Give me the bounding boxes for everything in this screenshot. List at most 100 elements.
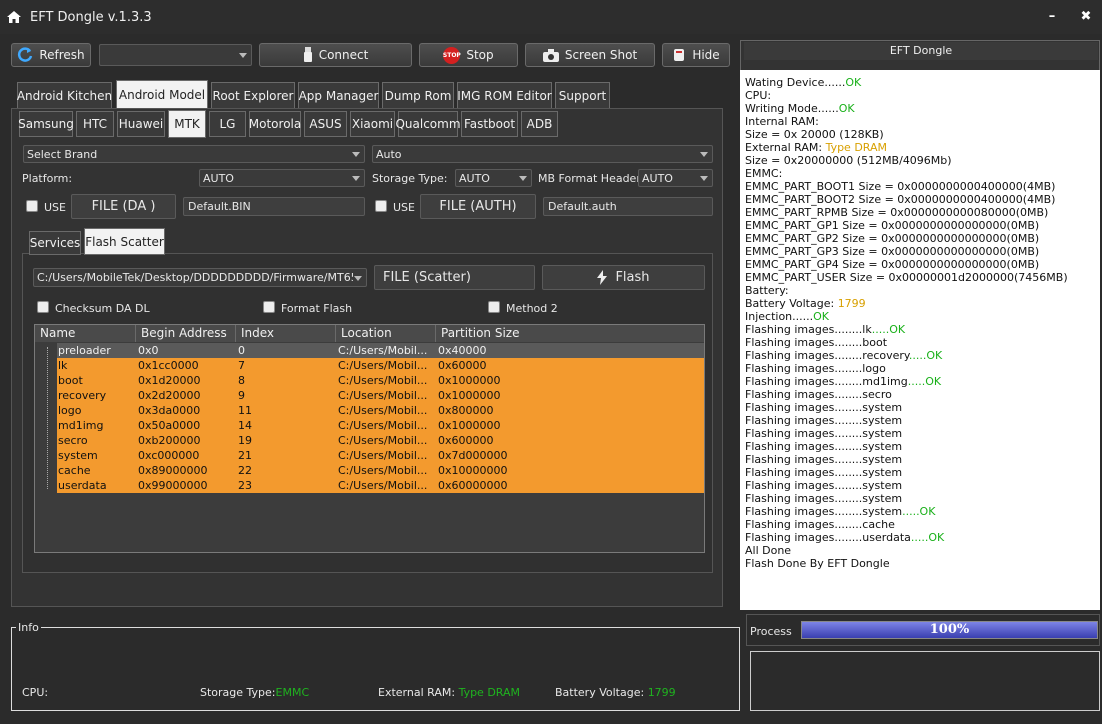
flash-button[interactable]: Flash <box>542 265 705 290</box>
use-da-checkbox[interactable] <box>26 200 38 212</box>
partition-index: 23 <box>238 479 252 492</box>
tab-qualcomm[interactable]: Qualcomm <box>395 111 461 137</box>
port-select[interactable] <box>99 44 252 66</box>
format-flash-label: Format Flash <box>281 302 353 315</box>
log-output[interactable]: Wating Device......OK CPU: Writing Mode...… <box>740 70 1100 610</box>
log-segment: EMMC_PART_GP3 Size = 0x0000000000000000(… <box>745 245 1040 258</box>
partition-index: 14 <box>238 419 252 432</box>
log-line: Flashing images........system <box>745 453 1095 466</box>
checksum-checkbox[interactable] <box>37 301 49 313</box>
tree-lines <box>47 347 55 489</box>
auth-file-field[interactable]: Default.auth <box>543 197 713 216</box>
use-auth-checkbox[interactable] <box>375 200 387 212</box>
log-line: Flashing images........system <box>745 479 1095 492</box>
close-button[interactable]: ✖ <box>1077 8 1095 26</box>
file-scatter-button[interactable]: FILE (Scatter) <box>374 265 535 290</box>
storage-type-value: AUTO <box>459 171 490 185</box>
partition-size: 0x1000000 <box>438 374 501 387</box>
log-segment: Flashing images........cache <box>745 518 895 531</box>
tab-support[interactable]: Support <box>555 82 610 108</box>
tab-samsung[interactable]: Samsung <box>18 111 74 137</box>
table-row[interactable]: preloader 0x0 0 C:/Users/Mobil... 0x40000 <box>57 343 704 358</box>
log-line: All Done <box>745 544 1095 557</box>
tab-android-model[interactable]: Android Model <box>116 80 208 108</box>
storage-type-select[interactable]: AUTO <box>455 169 532 187</box>
partition-name: userdata <box>58 479 107 492</box>
cpu-info: CPU: <box>22 686 48 699</box>
file-auth-button[interactable]: FILE (AUTH) <box>420 194 536 219</box>
log-segment: OK <box>813 310 830 323</box>
table-row[interactable]: secro 0xb200000 19 C:/Users/Mobil... 0x60000… <box>57 433 704 448</box>
tab-htc[interactable]: HTC <box>76 111 114 137</box>
file-da-button[interactable]: FILE (DA ) <box>71 194 176 219</box>
stop-button[interactable]: STOP Stop <box>419 43 518 67</box>
table-row[interactable]: system 0xc000000 21 C:/Users/Mobil... 0x7d00… <box>57 448 704 463</box>
col-index[interactable]: Index <box>236 325 336 342</box>
refresh-button[interactable]: Refresh <box>11 43 91 67</box>
platform-select-value: AUTO <box>203 171 234 185</box>
tab-android-kitchen[interactable]: Android Kitchen <box>17 82 112 108</box>
tab-app-manager[interactable]: App Manager <box>298 82 379 108</box>
screenshot-button[interactable]: Screen Shot <box>525 43 655 67</box>
minimize-button[interactable]: – <box>1043 8 1061 26</box>
partition-location: C:/Users/Mobil... <box>338 404 428 417</box>
table-row[interactable]: md1img 0x50a0000 14 C:/Users/Mobil... 0x1000… <box>57 418 704 433</box>
tab-root-explorer[interactable]: Root Explorer <box>211 82 295 108</box>
storage-info: Storage Type:EMMC <box>200 686 309 699</box>
partition-size: 0x40000 <box>438 344 487 357</box>
platform-select[interactable]: AUTO <box>199 169 365 187</box>
col-partition-size[interactable]: Partition Size <box>436 325 704 342</box>
partition-table[interactable]: Name Begin Address Index Location Partit… <box>34 324 705 553</box>
tab-fastboot[interactable]: Fastboot <box>461 111 518 137</box>
tab-xiaomi[interactable]: Xiaomi <box>350 111 395 137</box>
log-line: Flashing images........system <box>745 440 1095 453</box>
log-line: Size = 0x 20000 (128KB) <box>745 128 1095 141</box>
brand-select[interactable]: Select Brand <box>23 145 365 163</box>
tab-motorola[interactable]: Motorola <box>249 111 301 137</box>
log-segment: CPU: <box>745 89 772 102</box>
hide-button[interactable]: Hide <box>662 43 730 67</box>
model-select[interactable]: Auto <box>372 145 713 163</box>
tab-img-rom-editor[interactable]: IMG ROM Editor <box>457 82 552 108</box>
log-segment: EMMC_PART_GP1 Size = 0x0000000000000000(… <box>745 219 1040 232</box>
scatter-path-select[interactable]: C:/Users/MobileTek/Desktop/DDDDDDDDD/Fir… <box>33 268 367 287</box>
table-row[interactable]: boot 0x1d20000 8 C:/Users/Mobil... 0x1000000 <box>57 373 704 388</box>
table-row[interactable]: userdata 0x99000000 23 C:/Users/Mobil... 0x6… <box>57 478 704 493</box>
log-line: Flashing images........system <box>745 492 1095 505</box>
table-row[interactable]: recovery 0x2d20000 9 C:/Users/Mobil... 0x100… <box>57 388 704 403</box>
log-line: EMMC_PART_BOOT1 Size = 0x000000000040000… <box>745 180 1095 193</box>
log-line: EMMC_PART_USER Size = 0x00000001d2000000… <box>745 271 1095 284</box>
da-file-field[interactable]: Default.BIN <box>183 197 365 216</box>
progress-percent: 100% <box>929 622 970 637</box>
log-segment: Internal RAM: <box>745 115 819 128</box>
col-name[interactable]: Name <box>35 325 136 342</box>
tab-asus[interactable]: ASUS <box>304 111 347 137</box>
tab-services[interactable]: Services <box>29 231 81 255</box>
log-line: Flashing images........recovery.....OK <box>745 349 1095 362</box>
tab-flash-scatter[interactable]: Flash Scatter <box>84 228 165 255</box>
table-row[interactable]: cache 0x89000000 22 C:/Users/Mobil... 0x1000… <box>57 463 704 478</box>
log-line: Battery Voltage: 1799 <box>745 297 1095 310</box>
tab-lg[interactable]: LG <box>209 111 246 137</box>
tab-huawei[interactable]: Huawei <box>117 111 165 137</box>
method2-checkbox[interactable] <box>488 301 500 313</box>
log-segment: EMMC_PART_BOOT2 Size = 0x000000000040000… <box>745 193 1056 206</box>
tab-dump-rom[interactable]: Dump Rom <box>382 82 454 108</box>
table-row[interactable]: logo 0x3da0000 11 C:/Users/Mobil... 0x800000 <box>57 403 704 418</box>
tab-adb[interactable]: ADB <box>521 111 558 137</box>
table-row[interactable]: lk 0x1cc0000 7 C:/Users/Mobil... 0x60000 <box>57 358 704 373</box>
mb-format-select[interactable]: AUTO <box>638 169 713 187</box>
col-location[interactable]: Location <box>336 325 436 342</box>
chevron-down-icon <box>519 176 527 181</box>
hide-label: Hide <box>692 48 720 62</box>
log-segment: Flashing images........system <box>745 414 903 427</box>
log-segment: .....OK <box>871 323 906 336</box>
stop-label: Stop <box>466 48 494 62</box>
camera-icon <box>542 48 559 62</box>
format-flash-checkbox[interactable] <box>263 301 275 313</box>
brand-select-value: Select Brand <box>27 147 98 161</box>
connect-button[interactable]: Connect <box>259 43 412 67</box>
log-line: External RAM: Type DRAM <box>745 141 1095 154</box>
tab-mtk[interactable]: MTK <box>168 110 206 138</box>
col-begin-address[interactable]: Begin Address <box>136 325 236 342</box>
